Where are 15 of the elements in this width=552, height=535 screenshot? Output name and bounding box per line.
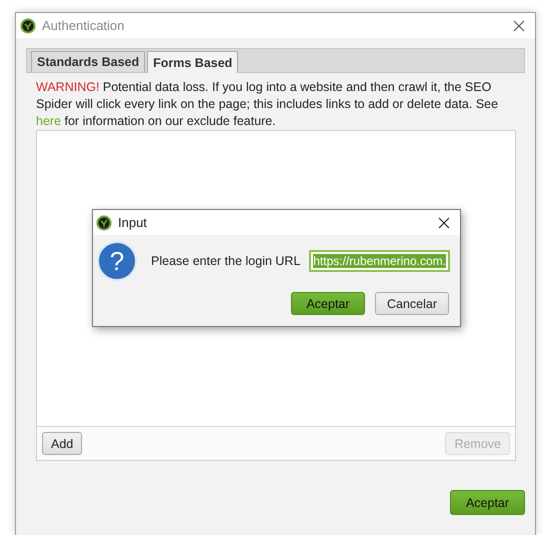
warning-text: WARNING! Potential data loss. If you log into a website and then crawl it, the SEO Spider will click every link on the page; this includes links to add or delete data. See here for information on our exclude feature.	[36, 79, 500, 130]
add-button[interactable]: Add	[42, 432, 82, 455]
accept-button[interactable]: Aceptar	[450, 490, 525, 515]
dialog-title: Input	[118, 215, 148, 230]
tab[interactable]: Forms Based	[147, 51, 238, 73]
tab[interactable]: Standards Based	[31, 51, 146, 72]
accept-button[interactable]: Aceptar	[291, 292, 365, 315]
close-icon[interactable]	[513, 20, 525, 32]
window-title: Authentication	[42, 18, 126, 33]
logo-icon	[20, 18, 36, 34]
question-icon: ?	[97, 241, 137, 281]
prompt-label: Please enter the login URL	[151, 254, 302, 268]
cancel-button[interactable]: Cancelar	[375, 292, 449, 315]
close-icon[interactable]	[438, 216, 450, 228]
logo-icon	[96, 214, 112, 230]
